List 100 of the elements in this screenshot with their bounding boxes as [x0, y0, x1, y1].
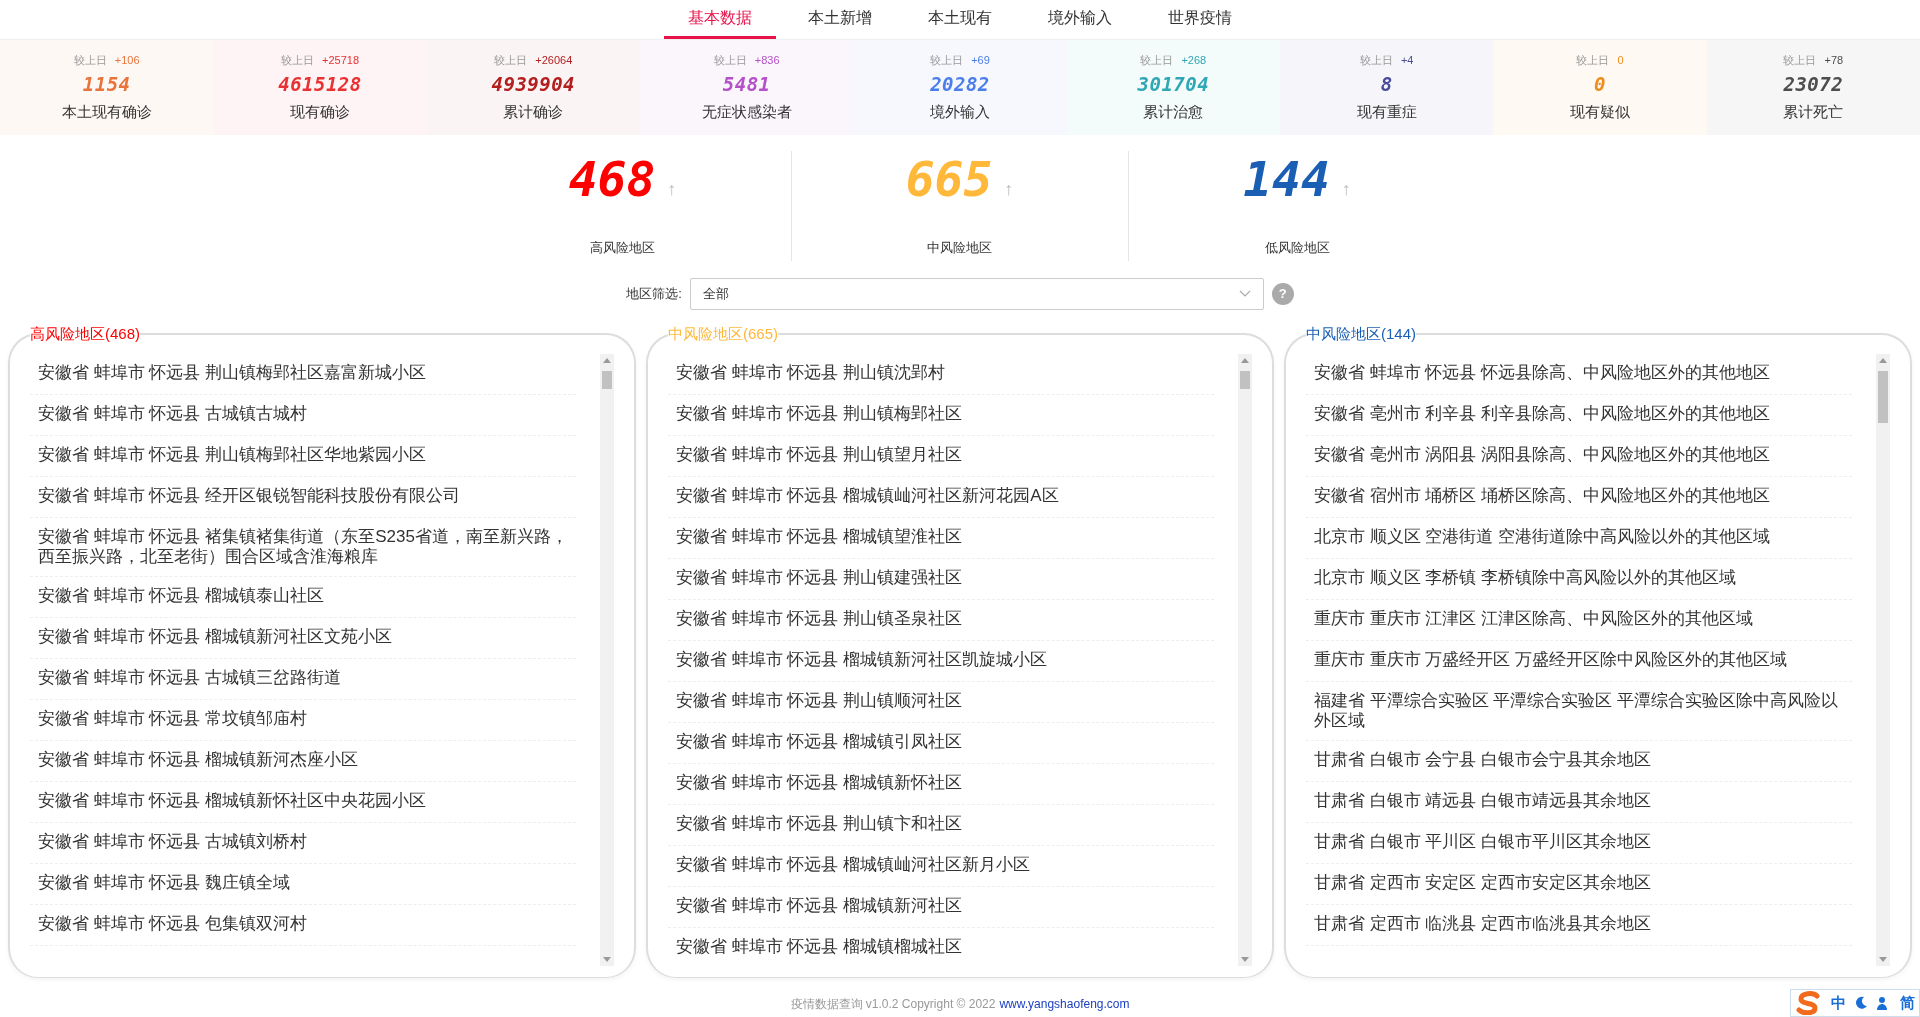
moon-icon[interactable] — [1854, 996, 1868, 1010]
area-list-item[interactable]: 安徽省 蚌埠市 怀远县 荆山镇顺河社区 — [668, 681, 1214, 723]
footer-text: 疫情数据查询 v1.0.2 Copyright © 2022 — [790, 996, 996, 1013]
area-list-item[interactable]: 安徽省 蚌埠市 怀远县 榴城镇引凤社区 — [668, 722, 1214, 764]
scrollbar[interactable] — [600, 353, 614, 966]
stat-label: 本土现有确诊 — [61, 101, 152, 122]
compare-label: 较上日 — [1359, 52, 1393, 68]
scroll-down-icon — [603, 956, 611, 962]
area-list-item[interactable]: 安徽省 蚌埠市 怀远县 荆山镇卞和社区 — [668, 804, 1214, 846]
compare-label: 较上日 — [713, 52, 747, 68]
digital-number: 4615128 — [278, 72, 362, 98]
risk-label: 中风险地区 — [927, 238, 992, 257]
area-list-item[interactable]: 安徽省 蚌埠市 怀远县 荆山镇梅郢社区华地紫园小区 — [30, 435, 576, 477]
area-list-item[interactable]: 安徽省 蚌埠市 怀远县 古城镇古城村 — [30, 394, 576, 436]
area-list-item[interactable]: 重庆市 重庆市 万盛经开区 万盛经开区除中风险区外的其他区域 — [1306, 640, 1852, 682]
stat-label: 现有确诊 — [290, 101, 350, 122]
compare-label: 较上日 — [494, 52, 528, 68]
area-list-item[interactable]: 安徽省 蚌埠市 怀远县 榴城镇屾河社区新河花园A区 — [668, 476, 1214, 518]
up-arrow-icon: ↑ — [1341, 176, 1351, 203]
stat-label: 现有重症 — [1356, 101, 1417, 122]
scroll-up-icon — [603, 357, 611, 363]
area-list-item[interactable]: 安徽省 蚌埠市 怀远县 常坟镇邹庙村 — [30, 699, 576, 741]
area-list-item[interactable]: 安徽省 蚌埠市 怀远县 榴城镇屾河社区新月小区 — [668, 845, 1214, 887]
scroll-down-icon — [1879, 956, 1887, 962]
area-list-item[interactable]: 安徽省 蚌埠市 怀远县 荆山镇建强社区 — [668, 558, 1214, 600]
area-list-item[interactable]: 安徽省 蚌埠市 怀远县 榴城镇新河杰座小区 — [30, 740, 576, 782]
area-list-item[interactable]: 安徽省 蚌埠市 怀远县 榴城镇新怀社区 — [668, 763, 1214, 805]
area-list-item[interactable]: 甘肃省 定西市 安定区 定西市安定区其余地区 — [1306, 863, 1852, 905]
scrollbar[interactable] — [1238, 353, 1252, 966]
area-list-item[interactable]: 安徽省 亳州市 利辛县 利辛县除高、中风险地区外的其他地区 — [1306, 394, 1852, 436]
area-list-item[interactable]: 重庆市 重庆市 江津区 江津区除高、中风险区外的其他区域 — [1306, 599, 1852, 641]
area-list-item[interactable]: 安徽省 蚌埠市 怀远县 包集镇双河村 — [30, 904, 576, 946]
area-list-item[interactable]: 北京市 顺义区 李桥镇 李桥镇除中高风险以外的其他区域 — [1306, 558, 1852, 600]
compare-label: 较上日 — [73, 52, 107, 68]
scroll-thumb[interactable] — [1878, 370, 1888, 423]
area-list-item[interactable]: 福建省 平潭综合实验区 平潭综合实验区 平潭综合实验区除中高风险以外区域 — [1306, 681, 1852, 741]
risk-label: 低风险地区 — [1264, 238, 1330, 257]
scroll-thumb[interactable] — [602, 370, 612, 389]
area-list-item[interactable]: 安徽省 蚌埠市 怀远县 魏庄镇全域 — [30, 863, 576, 905]
delta-value: +78 — [1824, 52, 1844, 68]
stat-label: 累计治愈 — [1143, 101, 1204, 122]
digital-number: 5481 — [722, 72, 771, 98]
scroll-down-icon — [1241, 956, 1249, 962]
area-list-item[interactable]: 安徽省 蚌埠市 怀远县 榴城镇新河社区凯旋城小区 — [668, 640, 1214, 682]
area-list-item[interactable]: 安徽省 蚌埠市 怀远县 荆山镇梅郢社区 — [668, 394, 1214, 436]
nav-tab[interactable]: 基本数据 — [664, 0, 776, 39]
delta-value: 0 — [1617, 52, 1624, 68]
digital-number: 4939904 — [491, 72, 575, 98]
area-list-item[interactable]: 安徽省 蚌埠市 怀远县 榴城镇新河社区文苑小区 — [30, 617, 576, 659]
digital-number: 301704 — [1137, 72, 1210, 98]
area-list-item[interactable]: 安徽省 蚌埠市 怀远县 荆山镇梅郢社区嘉富新城小区 — [30, 353, 576, 395]
area-list-item[interactable]: 安徽省 亳州市 涡阳县 涡阳县除高、中风险地区外的其他地区 — [1306, 435, 1852, 477]
area-list-item[interactable]: 安徽省 蚌埠市 怀远县 怀远县除高、中风险地区外的其他地区 — [1306, 353, 1852, 395]
panel-title: 中风险地区(665) — [668, 324, 779, 344]
nav-tab[interactable]: 境外输入 — [1024, 0, 1136, 39]
nav-tab[interactable]: 本土现有 — [904, 0, 1016, 39]
compare-label: 较上日 — [930, 52, 964, 68]
area-list-item[interactable]: 安徽省 蚌埠市 怀远县 荆山镇沈郢村 — [668, 353, 1214, 395]
area-list-item[interactable]: 甘肃省 白银市 会宁县 白银市会宁县其余地区 — [1306, 740, 1852, 782]
scroll-up-icon — [1241, 357, 1249, 363]
input-mode-toggle[interactable]: 中 — [1831, 991, 1846, 1015]
delta-value: +4 — [1400, 52, 1414, 68]
charset-toggle[interactable]: 简 — [1900, 991, 1915, 1015]
compare-label: 较上日 — [1783, 52, 1817, 68]
delta-value: +26064 — [535, 52, 573, 68]
stat-label: 累计确诊 — [503, 101, 564, 122]
area-list-item[interactable]: 安徽省 蚌埠市 怀远县 荆山镇望月社区 — [668, 435, 1214, 477]
area-list-item[interactable]: 安徽省 蚌埠市 怀远县 榴城镇泰山社区 — [30, 576, 576, 618]
footer-link[interactable]: www.yangshaofeng.com — [999, 995, 1130, 1013]
area-list-item[interactable]: 安徽省 蚌埠市 怀远县 榴城镇新怀社区中央花园小区 — [30, 781, 576, 823]
area-list-item[interactable]: 安徽省 宿州市 埇桥区 埇桥区除高、中风险地区外的其他地区 — [1306, 476, 1852, 518]
area-list-item[interactable]: 安徽省 蚌埠市 怀远县 荆山镇圣泉社区 — [668, 599, 1214, 641]
scroll-thumb[interactable] — [1240, 370, 1250, 389]
delta-value: +69 — [971, 52, 990, 68]
stat-label: 现有疑似 — [1570, 101, 1630, 122]
area-list-item[interactable]: 安徽省 蚌埠市 怀远县 古城镇三岔路街道 — [30, 658, 576, 700]
area-list-item[interactable]: 安徽省 蚌埠市 怀远县 褚集镇褚集街道（东至S235省道，南至新兴路，西至振兴路，北至老街）围合区域含淮海粮库 — [30, 517, 576, 577]
delta-value: +268 — [1181, 52, 1207, 68]
area-list-item[interactable]: 安徽省 蚌埠市 怀远县 古城镇刘桥村 — [30, 822, 576, 864]
up-arrow-icon: ↑ — [667, 176, 677, 203]
compare-label: 较上日 — [1140, 52, 1174, 68]
nav-tab[interactable]: 世界疫情 — [1144, 0, 1256, 39]
scrollbar[interactable] — [1876, 353, 1890, 966]
area-list-item[interactable]: 安徽省 蚌埠市 怀远县 榴城镇新河社区 — [668, 886, 1214, 928]
panel-title: 高风险地区(468) — [30, 324, 141, 344]
digital-number: 0 — [1594, 72, 1606, 98]
area-list-item[interactable]: 北京市 顺义区 空港街道 空港街道除中高风险以外的其他区域 — [1306, 517, 1852, 559]
digital-number: 8 — [1380, 72, 1393, 98]
nav-tab[interactable]: 本土新增 — [784, 0, 896, 39]
area-list-item[interactable]: 甘肃省 白银市 靖远县 白银市靖远县其余地区 — [1306, 781, 1852, 823]
area-list-item[interactable]: 甘肃省 白银市 平川区 白银市平川区其余地区 — [1306, 822, 1852, 864]
area-list-item[interactable]: 安徽省 蚌埠市 怀远县 榴城镇榴城社区 — [668, 927, 1214, 966]
input-method-logo-icon — [1795, 991, 1823, 1015]
area-list-item[interactable]: 安徽省 蚌埠市 怀远县 榴城镇望淮社区 — [668, 517, 1214, 559]
delta-value: +836 — [754, 52, 780, 68]
panel-title: 中风险地区(144) — [1306, 324, 1417, 344]
area-list-item[interactable]: 甘肃省 定西市 临洮县 定西市临洮县其余地区 — [1306, 904, 1852, 946]
stat-label: 无症状感染者 — [701, 101, 792, 122]
area-list-item[interactable]: 安徽省 蚌埠市 怀远县 经开区银锐智能科技股份有限公司 — [30, 476, 576, 518]
region-select[interactable]: 全部 — [689, 278, 1264, 310]
